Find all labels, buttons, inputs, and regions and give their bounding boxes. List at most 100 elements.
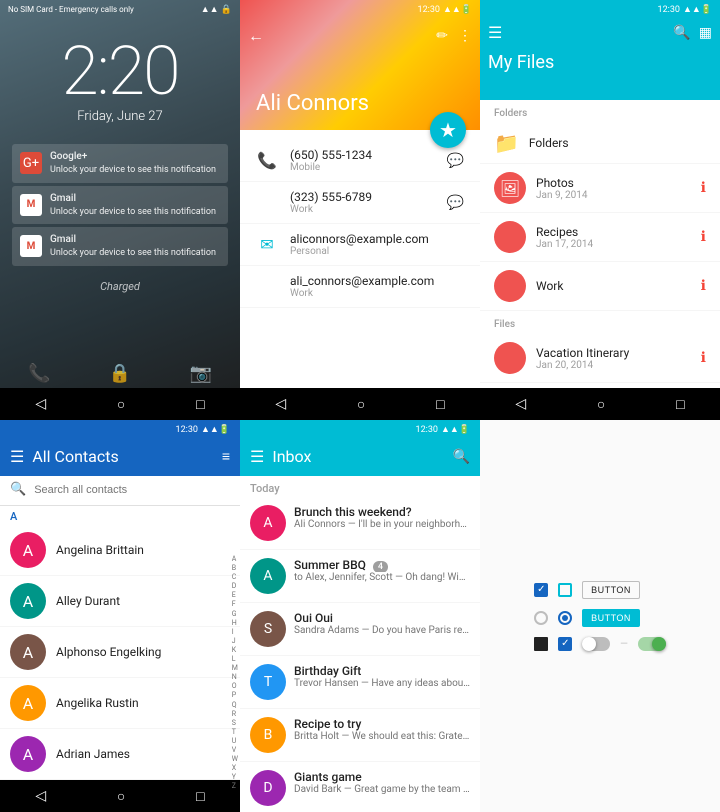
lock-bottom-actions: 📞 🔒 📷 bbox=[0, 363, 240, 384]
checkbox-checked[interactable] bbox=[534, 583, 548, 597]
files-grid-icon[interactable]: ▦ bbox=[699, 25, 712, 41]
contact-star-button[interactable]: ★ bbox=[430, 112, 466, 148]
contacts-alpha-index: ABCDEFGHIJKLMNOPQRSTUVWXYZ bbox=[232, 555, 238, 791]
lock-notifications: G+ Google+ Unlock your device to see thi… bbox=[12, 144, 228, 266]
files-menu-icon[interactable]: ☰ bbox=[488, 23, 502, 42]
contact-edit-icon[interactable]: ✏ bbox=[436, 28, 448, 44]
contact-phone2-action[interactable]: 💬 bbox=[447, 195, 464, 211]
files-status-bar: 12:30 ▲▲🔋 bbox=[488, 0, 712, 19]
radio-checked[interactable] bbox=[558, 611, 572, 625]
checkbox-dark-checked[interactable] bbox=[558, 637, 572, 651]
inbox-search-icon[interactable]: 🔍 bbox=[453, 449, 470, 465]
inbox-avatar-britta: B bbox=[250, 717, 286, 753]
inbox-email-birthday[interactable]: T Birthday Gift Trevor Hansen — Have any… bbox=[240, 656, 480, 709]
nav-back-contacts[interactable] bbox=[35, 788, 46, 804]
contact-name-adrian: Adrian James bbox=[56, 747, 130, 761]
contact-phone1-action[interactable]: 💬 bbox=[447, 153, 464, 169]
contacts-filter-icon[interactable]: ≡ bbox=[222, 448, 230, 465]
files-folder-item[interactable]: 📁 Folders bbox=[480, 123, 720, 164]
files-photos-alert: ℹ bbox=[701, 180, 706, 196]
toggle-off[interactable] bbox=[582, 637, 610, 651]
nav-home-lock[interactable] bbox=[117, 396, 125, 413]
lock-notif-gmail-1[interactable]: M Gmail Unlock your device to see this n… bbox=[12, 186, 228, 225]
contact-avatar-angelina: A bbox=[10, 532, 46, 568]
toggle-on[interactable] bbox=[638, 637, 666, 651]
nav-recent-contacts[interactable] bbox=[196, 788, 204, 805]
contact-email2: ali_connors@example.com bbox=[290, 274, 464, 288]
button-filled[interactable]: BUTTON bbox=[582, 609, 640, 627]
contact-phone1-label: Mobile bbox=[290, 162, 435, 173]
toggle-on-thumb bbox=[652, 637, 666, 651]
inbox-status-time: 12:30 bbox=[416, 425, 438, 435]
files-photos-item[interactable]: 🖼 Photos Jan 9, 2014 ℹ bbox=[480, 164, 720, 213]
inbox-email-ouioui[interactable]: S Oui Oui Sandra Adams — Do you have Par… bbox=[240, 603, 480, 656]
inbox-preview-brunch: Ali Connors — I'll be in your neighborho… bbox=[294, 519, 470, 530]
nav-home-files[interactable] bbox=[597, 396, 605, 413]
lock-notif-googleplus-text: Unlock your device to see this notificat… bbox=[50, 165, 216, 175]
nav-home-contacts[interactable] bbox=[117, 788, 125, 805]
contact-back-button[interactable]: ← bbox=[248, 26, 264, 46]
inbox-avatar-david: D bbox=[250, 770, 286, 806]
contact-phone-work[interactable]: (323) 555-6789 Work 💬 bbox=[240, 182, 480, 224]
files-header: 12:30 ▲▲🔋 ☰ 🔍 ▦ My Files bbox=[480, 0, 720, 100]
contact-item-adrian[interactable]: A Adrian James bbox=[0, 729, 240, 780]
inbox-avatar-trevor: T bbox=[250, 664, 286, 700]
nav-home-contact[interactable] bbox=[357, 396, 365, 413]
lock-notif-gmail2-text: Unlock your device to see this notificat… bbox=[50, 248, 216, 258]
nav-back-lock[interactable] bbox=[35, 396, 46, 412]
contact-item-alley[interactable]: A Alley Durant bbox=[0, 576, 240, 627]
contacts-menu-icon[interactable]: ☰ bbox=[10, 447, 24, 466]
contact-email-work[interactable]: ali_connors@example.com Work bbox=[240, 266, 480, 308]
inbox-email-brunch[interactable]: A Brunch this weekend? Ali Connors — I'l… bbox=[240, 497, 480, 550]
files-title: My Files bbox=[488, 52, 554, 73]
contacts-list-screen: 12:30 ▲▲🔋 ☰ All Contacts ≡ 🔍 ABCDEFGHIJK… bbox=[0, 420, 240, 812]
files-title-row: My Files bbox=[488, 46, 712, 79]
lock-unlock-icon[interactable]: 🔒 bbox=[109, 363, 131, 384]
lock-notif-gmail2-title: Gmail bbox=[50, 234, 76, 245]
inbox-email-giants[interactable]: D Giants game David Bark — Great game by… bbox=[240, 762, 480, 812]
dark-square bbox=[534, 637, 548, 651]
files-work-item[interactable]: Work ℹ bbox=[480, 262, 720, 311]
inbox-email-recipe[interactable]: B Recipe to try Britta Holt — We should … bbox=[240, 709, 480, 762]
contacts-status-bar: 12:30 ▲▲🔋 bbox=[10, 420, 230, 439]
nav-back-files[interactable] bbox=[515, 396, 526, 412]
contact-item-alphonso[interactable]: A Alphonso Engelking bbox=[0, 627, 240, 678]
folder-icon: 📁 bbox=[494, 131, 519, 155]
inbox-preview-birthday: Trevor Hansen — Have any ideas about... bbox=[294, 678, 470, 689]
lock-phone-icon[interactable]: 📞 bbox=[28, 363, 50, 384]
inbox-signal: ▲▲🔋 bbox=[441, 424, 470, 435]
radio-unchecked[interactable] bbox=[534, 611, 548, 625]
button-outline[interactable]: BUTTON bbox=[582, 581, 640, 599]
toggle-off-thumb bbox=[582, 637, 596, 651]
contact-phone1-number: (650) 555-1234 bbox=[290, 148, 435, 162]
lock-carrier: No SIM Card - Emergency calls only bbox=[8, 5, 134, 14]
inbox-email-bbq[interactable]: A Summer BBQ 4 to Alex, Jennifer, Scott … bbox=[240, 550, 480, 603]
checkbox-unchecked[interactable] bbox=[558, 583, 572, 597]
nav-back-contact[interactable] bbox=[275, 396, 286, 412]
files-recipes-item[interactable]: Recipes Jan 17, 2014 ℹ bbox=[480, 213, 720, 262]
contact-status-bar: 12:30 ▲▲🔋 bbox=[410, 0, 480, 19]
lock-camera-icon[interactable]: 📷 bbox=[190, 363, 212, 384]
inbox-avatar-bbq: A bbox=[250, 558, 286, 594]
nav-recent-files[interactable] bbox=[676, 396, 684, 413]
inbox-status-bar: 12:30 ▲▲🔋 bbox=[250, 420, 470, 439]
contact-more-icon[interactable]: ⋮ bbox=[458, 28, 472, 44]
inbox-menu-icon[interactable]: ☰ bbox=[250, 447, 264, 466]
inbox-title: Inbox bbox=[272, 447, 311, 466]
nav-recent-contact[interactable] bbox=[436, 396, 444, 413]
contact-status-time: 12:30 bbox=[418, 5, 440, 15]
contact-email-personal[interactable]: ✉ aliconnors@example.com Personal bbox=[240, 224, 480, 266]
lock-notif-googleplus[interactable]: G+ Google+ Unlock your device to see thi… bbox=[12, 144, 228, 183]
files-search-icon[interactable]: 🔍 bbox=[673, 25, 690, 41]
contacts-search-input[interactable] bbox=[34, 484, 230, 496]
lock-notif-gmail-2[interactable]: M Gmail Unlock your device to see this n… bbox=[12, 227, 228, 266]
contacts-status-time: 12:30 bbox=[176, 425, 198, 435]
contacts-header-row: ☰ All Contacts ≡ bbox=[10, 439, 230, 476]
nav-recent-lock[interactable] bbox=[196, 396, 204, 413]
contact-item-angelika[interactable]: A Angelika Rustin bbox=[0, 678, 240, 729]
files-photos-name: Photos bbox=[536, 176, 691, 190]
files-vacation-item[interactable]: Vacation Itinerary Jan 20, 2014 ℹ bbox=[480, 334, 720, 383]
lock-notif-gmail1-text: Unlock your device to see this notificat… bbox=[50, 207, 216, 217]
contact-item-angelina[interactable]: A Angelina Brittain bbox=[0, 525, 240, 576]
contact-header-actions: ← ✏ ⋮ bbox=[240, 20, 480, 52]
